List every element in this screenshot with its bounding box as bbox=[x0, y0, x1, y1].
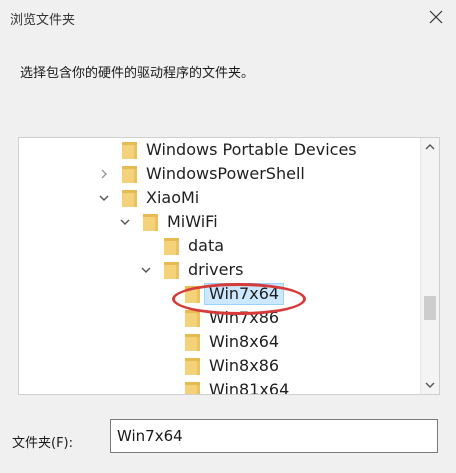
tree-item-label: XiaoMi bbox=[146, 188, 200, 207]
tree-item-label: Win8x86 bbox=[209, 356, 280, 375]
tree-item-label: Win8x64 bbox=[209, 332, 280, 351]
tree-item-label: Windows Portable Devices bbox=[146, 140, 357, 159]
folder-icon bbox=[121, 188, 139, 208]
tree-item[interactable]: Win81x64 bbox=[19, 378, 419, 395]
folder-icon bbox=[184, 380, 202, 394]
tree-item[interactable]: Win7x86 bbox=[19, 306, 419, 330]
tree-item[interactable]: data bbox=[19, 234, 419, 258]
tree-item-label: data bbox=[188, 236, 225, 255]
folder-field-label: 文件夹(F): bbox=[12, 436, 74, 451]
folder-icon bbox=[184, 356, 202, 376]
title-bar: 浏览文件夹 bbox=[0, 0, 456, 36]
tree-item[interactable]: drivers bbox=[19, 258, 419, 282]
tree-item[interactable]: XiaoMi bbox=[19, 186, 419, 210]
close-icon bbox=[429, 10, 443, 24]
folder-icon bbox=[142, 212, 160, 232]
tree-item-label: drivers bbox=[188, 260, 244, 279]
chevron-down-icon[interactable] bbox=[97, 186, 111, 210]
folder-icon bbox=[184, 332, 202, 352]
folder-icon bbox=[163, 260, 181, 280]
folder-icon bbox=[121, 140, 139, 160]
tree-item[interactable]: WindowsPowerShell bbox=[19, 162, 419, 186]
tree-item-label: Win81x64 bbox=[209, 380, 290, 395]
instruction-text: 选择包含你的硬件的驱动程序的文件夹。 bbox=[20, 66, 255, 81]
folder-input[interactable] bbox=[110, 419, 438, 453]
folder-tree[interactable]: Windows Portable Devices WindowsPowerShel… bbox=[18, 137, 440, 395]
tree-item[interactable]: Win7x64 bbox=[19, 282, 419, 306]
scrollbar-thumb[interactable] bbox=[424, 296, 436, 320]
tree-item[interactable]: Win8x64 bbox=[19, 330, 419, 354]
tree-item-label: Win7x64 bbox=[203, 283, 285, 305]
close-button[interactable] bbox=[420, 2, 452, 32]
folder-icon bbox=[184, 308, 202, 328]
scroll-up-icon bbox=[425, 144, 435, 150]
tree-item-label: WindowsPowerShell bbox=[146, 164, 305, 183]
folder-icon bbox=[184, 284, 202, 304]
chevron-down-icon[interactable] bbox=[139, 258, 153, 282]
scroll-up-button[interactable] bbox=[421, 138, 439, 156]
tree-item[interactable]: Windows Portable Devices bbox=[19, 138, 419, 162]
chevron-down-icon[interactable] bbox=[118, 210, 132, 234]
tree-item-label: MiWiFi bbox=[167, 212, 218, 231]
folder-icon bbox=[163, 236, 181, 256]
chevron-right-icon[interactable] bbox=[97, 162, 111, 186]
tree-item[interactable]: Win8x86 bbox=[19, 354, 419, 378]
folder-icon bbox=[121, 164, 139, 184]
tree-item[interactable]: MiWiFi bbox=[19, 210, 419, 234]
scroll-down-icon bbox=[425, 382, 435, 388]
tree-item-label: Win7x86 bbox=[209, 308, 280, 327]
vertical-scrollbar[interactable] bbox=[420, 138, 439, 394]
scroll-down-button[interactable] bbox=[421, 376, 439, 394]
window-title: 浏览文件夹 bbox=[10, 13, 76, 28]
